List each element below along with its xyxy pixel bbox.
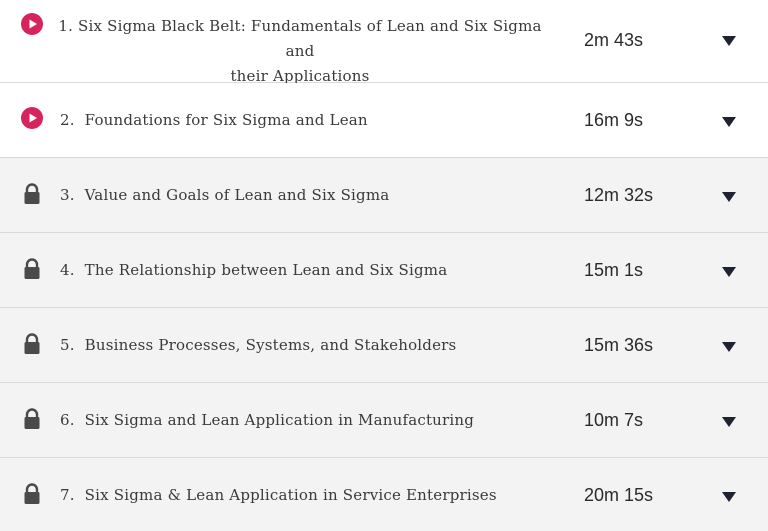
chevron-down-icon[interactable]	[721, 491, 737, 503]
lesson-row-3[interactable]: 3. Value and Goals of Lean and Six Sigma…	[0, 158, 768, 233]
lesson-number: 6.	[60, 411, 75, 429]
lesson-row-2[interactable]: 2. Foundations for Six Sigma and Lean 16…	[0, 83, 768, 158]
play-icon[interactable]	[20, 106, 44, 130]
lesson-title[interactable]: 2. Foundations for Six Sigma and Lean	[60, 108, 368, 133]
lesson-title[interactable]: 4. The Relationship between Lean and Six…	[60, 258, 447, 283]
lesson-title-text: Value and Goals of Lean and Six Sigma	[84, 186, 390, 204]
chevron-down-icon[interactable]	[721, 341, 737, 353]
lesson-duration: 16m 9s	[584, 110, 644, 130]
lesson-number: 3.	[60, 186, 75, 204]
chevron-down-icon[interactable]	[721, 116, 737, 128]
lesson-duration: 10m 7s	[584, 410, 644, 430]
lesson-duration: 2m 43s	[584, 30, 644, 50]
lesson-number: 5.	[60, 336, 75, 354]
lesson-number: 2.	[60, 111, 75, 129]
lesson-title[interactable]: 6. Six Sigma and Lean Application in Man…	[60, 408, 474, 433]
lesson-row-1[interactable]: 1. Six Sigma Black Belt: Fundamentals of…	[0, 0, 768, 85]
lock-icon	[24, 183, 40, 204]
lesson-row-7[interactable]: 7. Six Sigma & Lean Application in Servi…	[0, 458, 768, 531]
lesson-duration: 12m 32s	[584, 185, 654, 205]
lesson-number: 1.	[58, 17, 74, 35]
lesson-title[interactable]: 5. Business Processes, Systems, and Stak…	[60, 333, 456, 358]
chevron-down-icon[interactable]	[721, 266, 737, 278]
lesson-duration: 20m 15s	[584, 485, 654, 505]
lesson-title[interactable]: 1. Six Sigma Black Belt: Fundamentals of…	[55, 14, 545, 89]
lesson-duration: 15m 36s	[584, 335, 654, 355]
play-icon[interactable]	[20, 12, 44, 36]
chevron-down-icon[interactable]	[721, 191, 737, 203]
lesson-number: 4.	[60, 261, 75, 279]
lesson-list: 1. Six Sigma Black Belt: Fundamentals of…	[0, 0, 768, 531]
lesson-title-line-1: Six Sigma Black Belt: Fundamentals of Le…	[78, 17, 542, 60]
lesson-row-5[interactable]: 5. Business Processes, Systems, and Stak…	[0, 308, 768, 383]
lock-icon	[24, 483, 40, 504]
lesson-title-text: The Relationship between Lean and Six Si…	[84, 261, 448, 279]
lesson-row-4[interactable]: 4. The Relationship between Lean and Six…	[0, 233, 768, 308]
lesson-title-text: Foundations for Six Sigma and Lean	[84, 111, 368, 129]
lesson-title-text: Business Processes, Systems, and Stakeho…	[84, 336, 457, 354]
lock-icon	[24, 258, 40, 279]
chevron-down-icon[interactable]	[721, 416, 737, 428]
chevron-down-icon[interactable]	[721, 35, 737, 47]
lesson-row-6[interactable]: 6. Six Sigma and Lean Application in Man…	[0, 383, 768, 458]
lesson-number: 7.	[60, 486, 75, 504]
lock-icon	[24, 333, 40, 354]
lesson-duration: 15m 1s	[584, 260, 644, 280]
lesson-title-text: Six Sigma and Lean Application in Manufa…	[84, 411, 475, 429]
lock-icon	[24, 408, 40, 429]
lesson-title-text: Six Sigma & Lean Application in Service …	[84, 486, 497, 504]
lesson-title[interactable]: 7. Six Sigma & Lean Application in Servi…	[60, 483, 497, 508]
lesson-title[interactable]: 3. Value and Goals of Lean and Six Sigma	[60, 183, 389, 208]
